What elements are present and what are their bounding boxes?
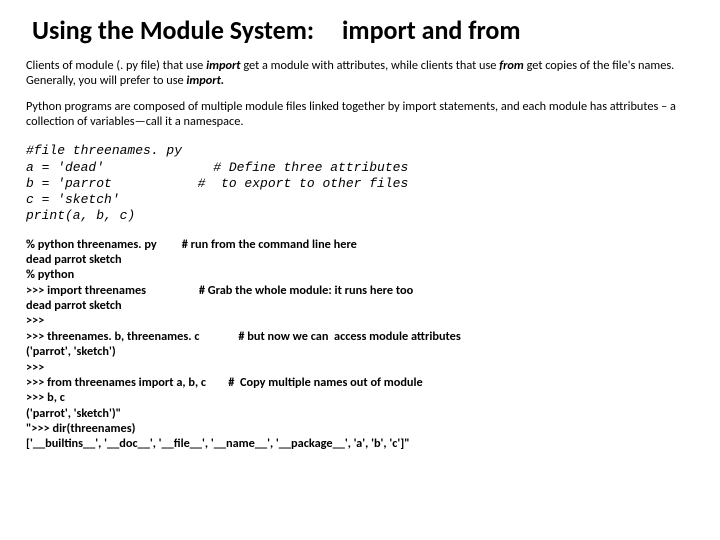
- slide: Using the Module System:import and from …: [0, 0, 720, 462]
- p1-import: import: [206, 58, 240, 73]
- p1-import2: import.: [186, 73, 224, 88]
- code-block: #file threenames. py a = 'dead' # Define…: [26, 143, 694, 224]
- code-l4: c = 'sketch': [26, 192, 120, 207]
- sess-l10: >>> from threenames import a, b, c # Cop…: [26, 375, 423, 390]
- code-l5: print(a, b, c): [26, 208, 135, 223]
- code-l1: #file threenames. py: [26, 143, 182, 158]
- p1-from: from: [499, 58, 524, 73]
- p1-b: get a module with attributes, while clie…: [241, 58, 500, 73]
- sess-l11: >>> b, c: [26, 390, 65, 405]
- sess-l14: ['__builtins__', '__doc__', '__file__', …: [26, 436, 410, 451]
- slide-title: Using the Module System: import and from: [32, 14, 694, 46]
- sess-l4: >>> import threenames # Grab the whole m…: [26, 283, 413, 298]
- code-l2: a = 'dead' # Define three attributes: [26, 160, 408, 175]
- sess-l3: % python: [26, 267, 74, 282]
- intro-paragraph-2: Python programs are composed of multiple…: [26, 99, 694, 130]
- title-right: import and from: [342, 14, 521, 46]
- title-left: Using the Module System:: [32, 14, 314, 46]
- sess-l12: ('parrot', 'sketch')": [26, 406, 121, 421]
- sess-l7: >>> threenames. b, threenames. c # but n…: [26, 329, 461, 344]
- code-l3: b = 'parrot # to export to other files: [26, 176, 408, 191]
- p1-a: Clients of module (. py file) that use: [26, 58, 206, 73]
- sess-l13: ">>> dir(threenames): [26, 421, 135, 436]
- sess-l2: dead parrot sketch: [26, 252, 122, 267]
- sess-l8: ('parrot', 'sketch'): [26, 344, 116, 359]
- sess-l9: >>>: [26, 360, 44, 375]
- intro-paragraph-1: Clients of module (. py file) that use i…: [26, 58, 694, 89]
- terminal-session: % python threenames. py # run from the c…: [26, 237, 694, 452]
- sess-l1: % python threenames. py # run from the c…: [26, 237, 357, 252]
- sess-l6: >>>: [26, 313, 44, 328]
- sess-l5: dead parrot sketch: [26, 298, 122, 313]
